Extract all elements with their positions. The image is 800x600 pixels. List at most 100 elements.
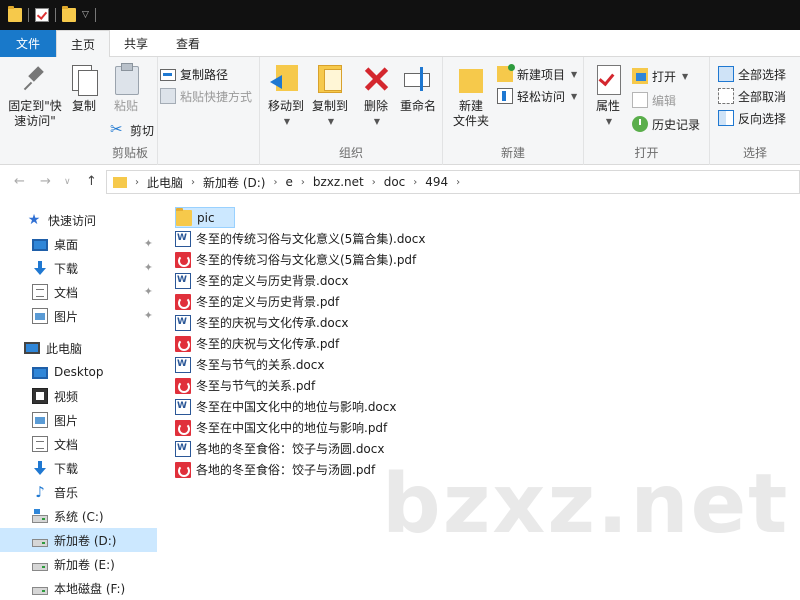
easy-access-button[interactable]: 轻松访问 ▼ [497,86,577,106]
nav-item-drive-f[interactable]: 本地磁盘 (F:) [0,576,157,600]
delete-button[interactable]: 删除 ▼ [358,63,394,129]
properties-icon [592,63,624,95]
nav-item-downloads-pinned[interactable]: 下载 ✦ [0,256,157,280]
list-item[interactable]: 冬至在中国文化中的地位与影响.pdf [175,417,387,438]
open-button[interactable]: 打开 ▼ [632,66,688,86]
breadcrumb-this-pc[interactable]: 此电脑 [139,174,191,191]
nav-label: 下载 [54,461,79,476]
paste-shortcut-button[interactable]: 粘贴快捷方式 [160,86,252,106]
nav-item-videos[interactable]: 视频 [0,384,157,408]
rename-button[interactable]: 重命名 [396,63,440,114]
nav-item-drive-c[interactable]: 系统 (C:) [0,504,157,528]
up-arrow-icon[interactable]: ↑ [86,174,97,189]
separator [28,8,29,22]
tab-share[interactable]: 共享 [110,30,162,57]
delete-icon [360,63,392,95]
group-label-select: 选择 [742,146,767,160]
properties-icon[interactable] [35,8,49,22]
list-item[interactable]: 冬至的传统习俗与文化意义(5篇合集).pdf [175,249,416,270]
move-to-button[interactable]: 移动到 ▼ [264,63,308,129]
chevron-down-icon: ▼ [327,117,335,126]
music-icon: ♪ [35,483,45,501]
back-arrow-icon[interactable]: ← [14,174,25,189]
group-label-new: 新建 [500,146,525,160]
paste-button[interactable]: 粘贴 [108,63,144,114]
new-item-button[interactable]: 新建项目 ▼ [497,64,577,84]
list-item[interactable]: 冬至的传统习俗与文化意义(5篇合集).docx [175,228,425,249]
history-button[interactable]: 历史记录 [632,114,700,134]
file-name: 冬至的定义与历史背景.pdf [196,295,340,309]
list-item[interactable]: 各地的冬至食俗：饺子与汤圆.pdf [175,459,375,480]
list-item[interactable]: 冬至的庆祝与文化传承.docx [175,312,348,333]
navigation-pane: ★ 快速访问 桌面 ✦ 下载 ✦ 文档 ✦ 图片 ✦ 此电脑 Desktop 视… [0,199,157,600]
nav-this-pc[interactable]: 此电脑 [0,336,157,360]
nav-item-desktop-pinned[interactable]: 桌面 ✦ [0,232,157,256]
edit-button[interactable]: 编辑 [632,90,676,110]
group-label-organize: 组织 [338,146,363,160]
select-none-button[interactable]: 全部取消 [718,86,786,106]
breadcrumb-doc[interactable]: doc [376,175,414,189]
address-bar[interactable]: › 此电脑 › 新加卷 (D:) › e › bzxz.net › doc › … [106,170,800,194]
properties-button[interactable]: 属性 ▼ [590,63,626,129]
group-label-clipboard: 剪贴板 [111,146,148,160]
select-all-label: 全部选择 [738,67,787,82]
nav-label: 系统 (C:) [54,509,104,524]
word-document-icon [175,398,191,415]
chevron-right-icon[interactable]: › [456,177,460,188]
tab-home[interactable]: 主页 [56,30,111,58]
nav-item-pictures-pinned[interactable]: 图片 ✦ [0,304,157,328]
breadcrumb-drive-d[interactable]: 新加卷 (D:) [195,174,273,191]
cut-button[interactable]: 剪切 [110,120,154,140]
tab-view[interactable]: 查看 [162,30,214,57]
nav-item-documents[interactable]: 文档 [0,432,157,456]
breadcrumb-494[interactable]: 494 [417,175,456,189]
list-item[interactable]: 冬至与节气的关系.pdf [175,375,315,396]
chevron-down-icon[interactable]: ∨ [64,177,71,187]
drive-icon [32,563,48,571]
nav-item-documents-pinned[interactable]: 文档 ✦ [0,280,157,304]
computer-icon [24,342,40,354]
copy-path-button[interactable]: 复制路径 [160,64,228,84]
invert-selection-button[interactable]: 反向选择 [718,108,786,128]
copy-icon [68,63,100,96]
forward-arrow-icon[interactable]: → [40,174,51,189]
copy-to-button[interactable]: 复制到 ▼ [308,63,352,129]
nav-item-downloads[interactable]: 下载 [0,456,157,480]
list-item[interactable]: 冬至在中国文化中的地位与影响.docx [175,396,396,417]
nav-item-music[interactable]: ♪ 音乐 [0,480,157,504]
new-folder-button[interactable]: 新建 文件夹 [449,63,493,129]
nav-item-drive-e[interactable]: 新加卷 (E:) [0,552,157,576]
list-item[interactable]: 冬至的庆祝与文化传承.pdf [175,333,339,354]
nav-item-pictures[interactable]: 图片 [0,408,157,432]
select-none-icon [718,88,734,104]
folder-icon[interactable] [8,6,22,22]
history-icon [632,116,648,132]
scissors-icon [110,120,126,138]
list-item[interactable]: 冬至与节气的关系.docx [175,354,324,375]
file-name: 冬至在中国文化中的地位与影响.docx [196,400,397,414]
copy-path-label: 复制路径 [180,67,229,82]
copy-label: 复制 [71,99,96,113]
new-folder-icon[interactable] [62,6,76,22]
list-item[interactable]: 冬至的定义与历史背景.pdf [175,291,339,312]
nav-label: 新加卷 (E:) [54,557,115,572]
nav-label: 图片 [54,413,79,428]
separator [55,8,56,22]
navigation-bar: ← → ∨ ↑ › 此电脑 › 新加卷 (D:) › e › bzxz.net … [0,165,800,199]
copy-button[interactable]: 复制 [66,63,102,114]
list-item[interactable]: 冬至的定义与历史背景.docx [175,270,348,291]
chevron-down-icon[interactable]: ▽ [82,10,89,20]
nav-quick-access[interactable]: ★ 快速访问 [0,208,157,232]
breadcrumb-bzxz[interactable]: bzxz.net [305,175,372,189]
tab-file[interactable]: 文件 [0,30,57,57]
list-item-folder[interactable]: pic [175,207,235,228]
breadcrumb-e[interactable]: e [277,175,300,189]
word-document-icon [175,230,191,247]
nav-item-drive-d[interactable]: 新加卷 (D:) [0,528,157,552]
list-item[interactable]: 各地的冬至食俗：饺子与汤圆.docx [175,438,384,459]
nav-item-desktop[interactable]: Desktop [0,360,157,384]
cut-label: 剪切 [130,123,155,138]
file-name: 冬至与节气的关系.pdf [196,379,316,393]
select-all-button[interactable]: 全部选择 [718,64,786,84]
pin-to-quick-access-button[interactable]: 固定到"快 速访问" [4,63,66,129]
